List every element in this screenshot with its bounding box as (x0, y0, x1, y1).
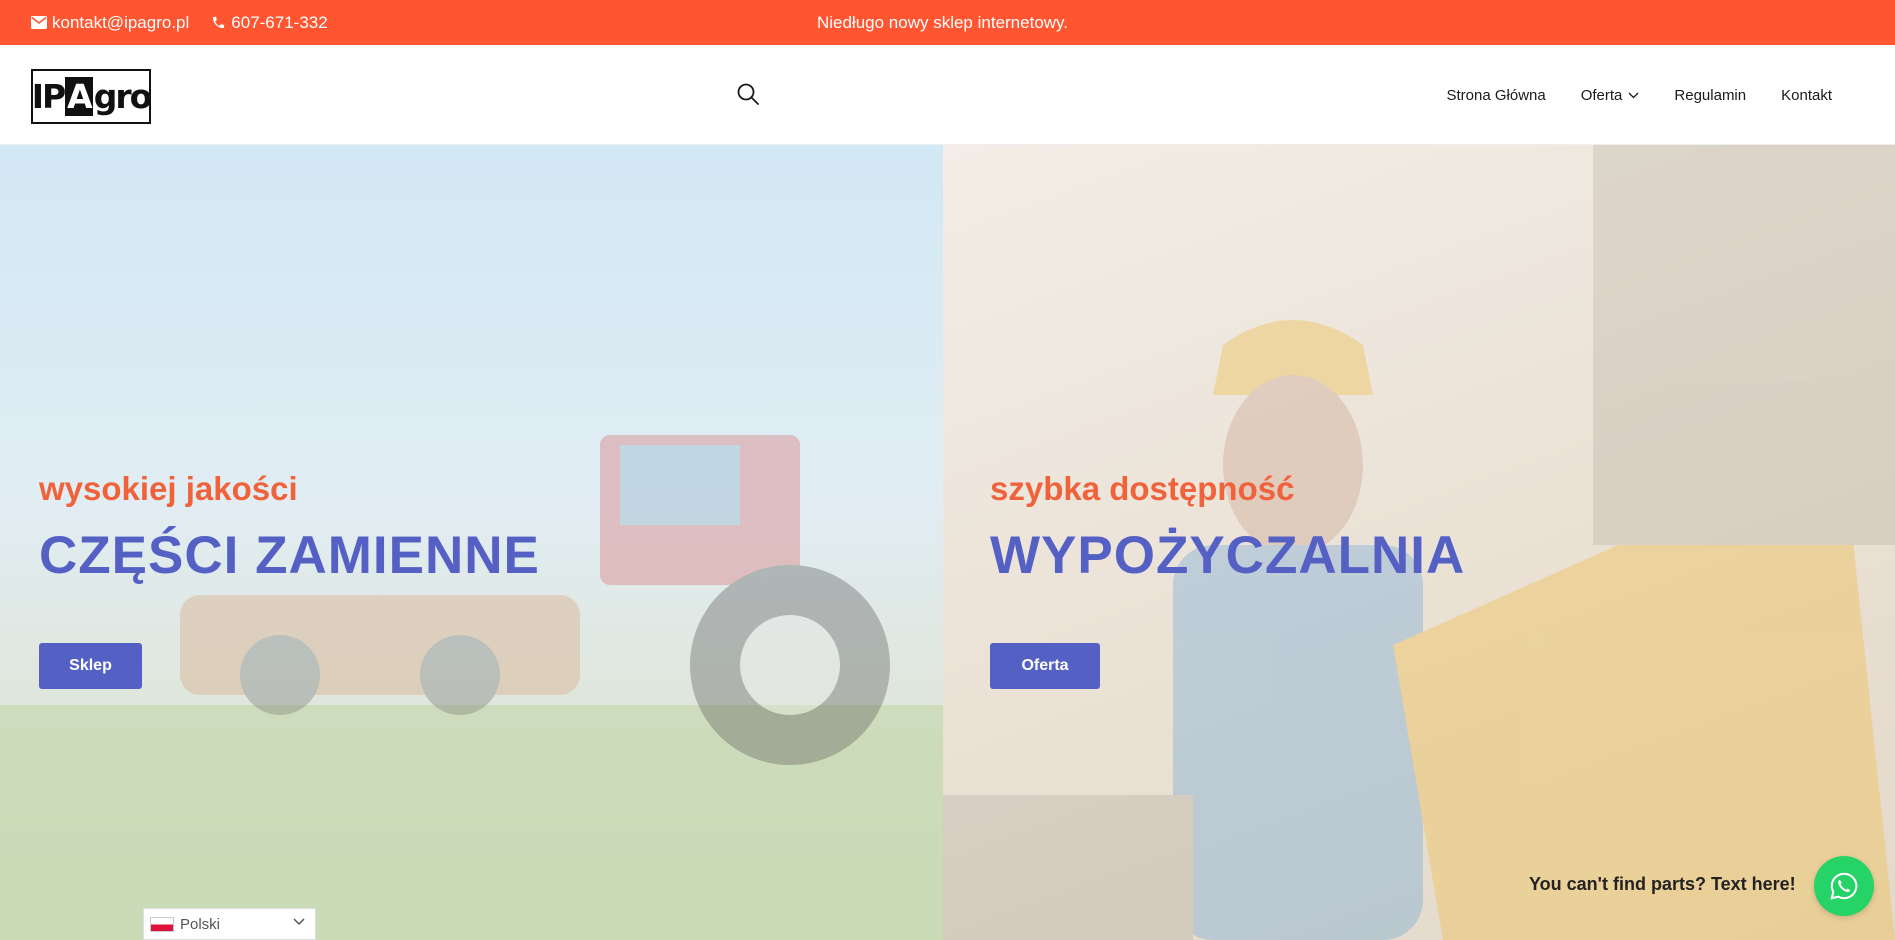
hero-section: wysokiej jakości CZĘŚCI ZAMIENNE Sklep s… (0, 145, 1895, 940)
nav-item-label: Oferta (1580, 86, 1623, 104)
poland-flag-icon (150, 916, 174, 932)
nav-item-label: Strona Główna (1446, 86, 1546, 104)
site-header: IP Agro Strona Główna Oferta Regulamin Ko… (0, 45, 1895, 145)
logo-part-a: A (65, 77, 93, 116)
chevron-down-icon (293, 918, 305, 926)
rental-kicker: szybka dostępność (990, 470, 1295, 507)
logo-part-gro: gro (93, 77, 153, 116)
announcement-text: Niedługo nowy sklep internetowy. (816, 12, 1069, 32)
language-switcher[interactable]: Polski (143, 908, 316, 940)
nav-item-home[interactable]: Strona Główna (1446, 87, 1545, 104)
search-icon[interactable] (736, 82, 760, 106)
nav-item-offer[interactable]: Oferta (1581, 87, 1640, 104)
nav-item-contact[interactable]: Kontakt (1781, 87, 1832, 104)
whatsapp-prompt[interactable]: You can't find parts? Text here! (1529, 874, 1796, 895)
hero-panel-parts: wysokiej jakości CZĘŚCI ZAMIENNE Sklep (0, 145, 943, 940)
site-logo[interactable]: IP Agro (31, 69, 153, 124)
parts-headline: CZĘŚCI ZAMIENNE (39, 526, 540, 585)
whatsapp-icon (1830, 872, 1858, 900)
nav-item-terms[interactable]: Regulamin (1674, 87, 1746, 104)
nav-item-label: Kontakt (1781, 86, 1832, 104)
hero-panel-rental: szybka dostępność WYPOŻYCZALNIA Oferta (943, 145, 1895, 940)
logo-part-ip: IP (31, 77, 66, 116)
parts-kicker: wysokiej jakości (39, 470, 298, 507)
language-label: Polski (180, 915, 221, 933)
main-nav: Strona Główna Oferta Regulamin Kontakt (1411, 45, 1832, 145)
shop-button[interactable]: Sklep (39, 643, 142, 689)
rental-headline: WYPOŻYCZALNIA (990, 526, 1466, 585)
whatsapp-button[interactable] (1814, 856, 1874, 916)
offer-button[interactable]: Oferta (990, 643, 1100, 689)
top-bar: kontakt@ipagro.pl 607-671-332 Niedługo n… (0, 0, 1895, 45)
nav-item-label: Regulamin (1674, 86, 1747, 104)
chevron-down-icon (1628, 92, 1639, 98)
